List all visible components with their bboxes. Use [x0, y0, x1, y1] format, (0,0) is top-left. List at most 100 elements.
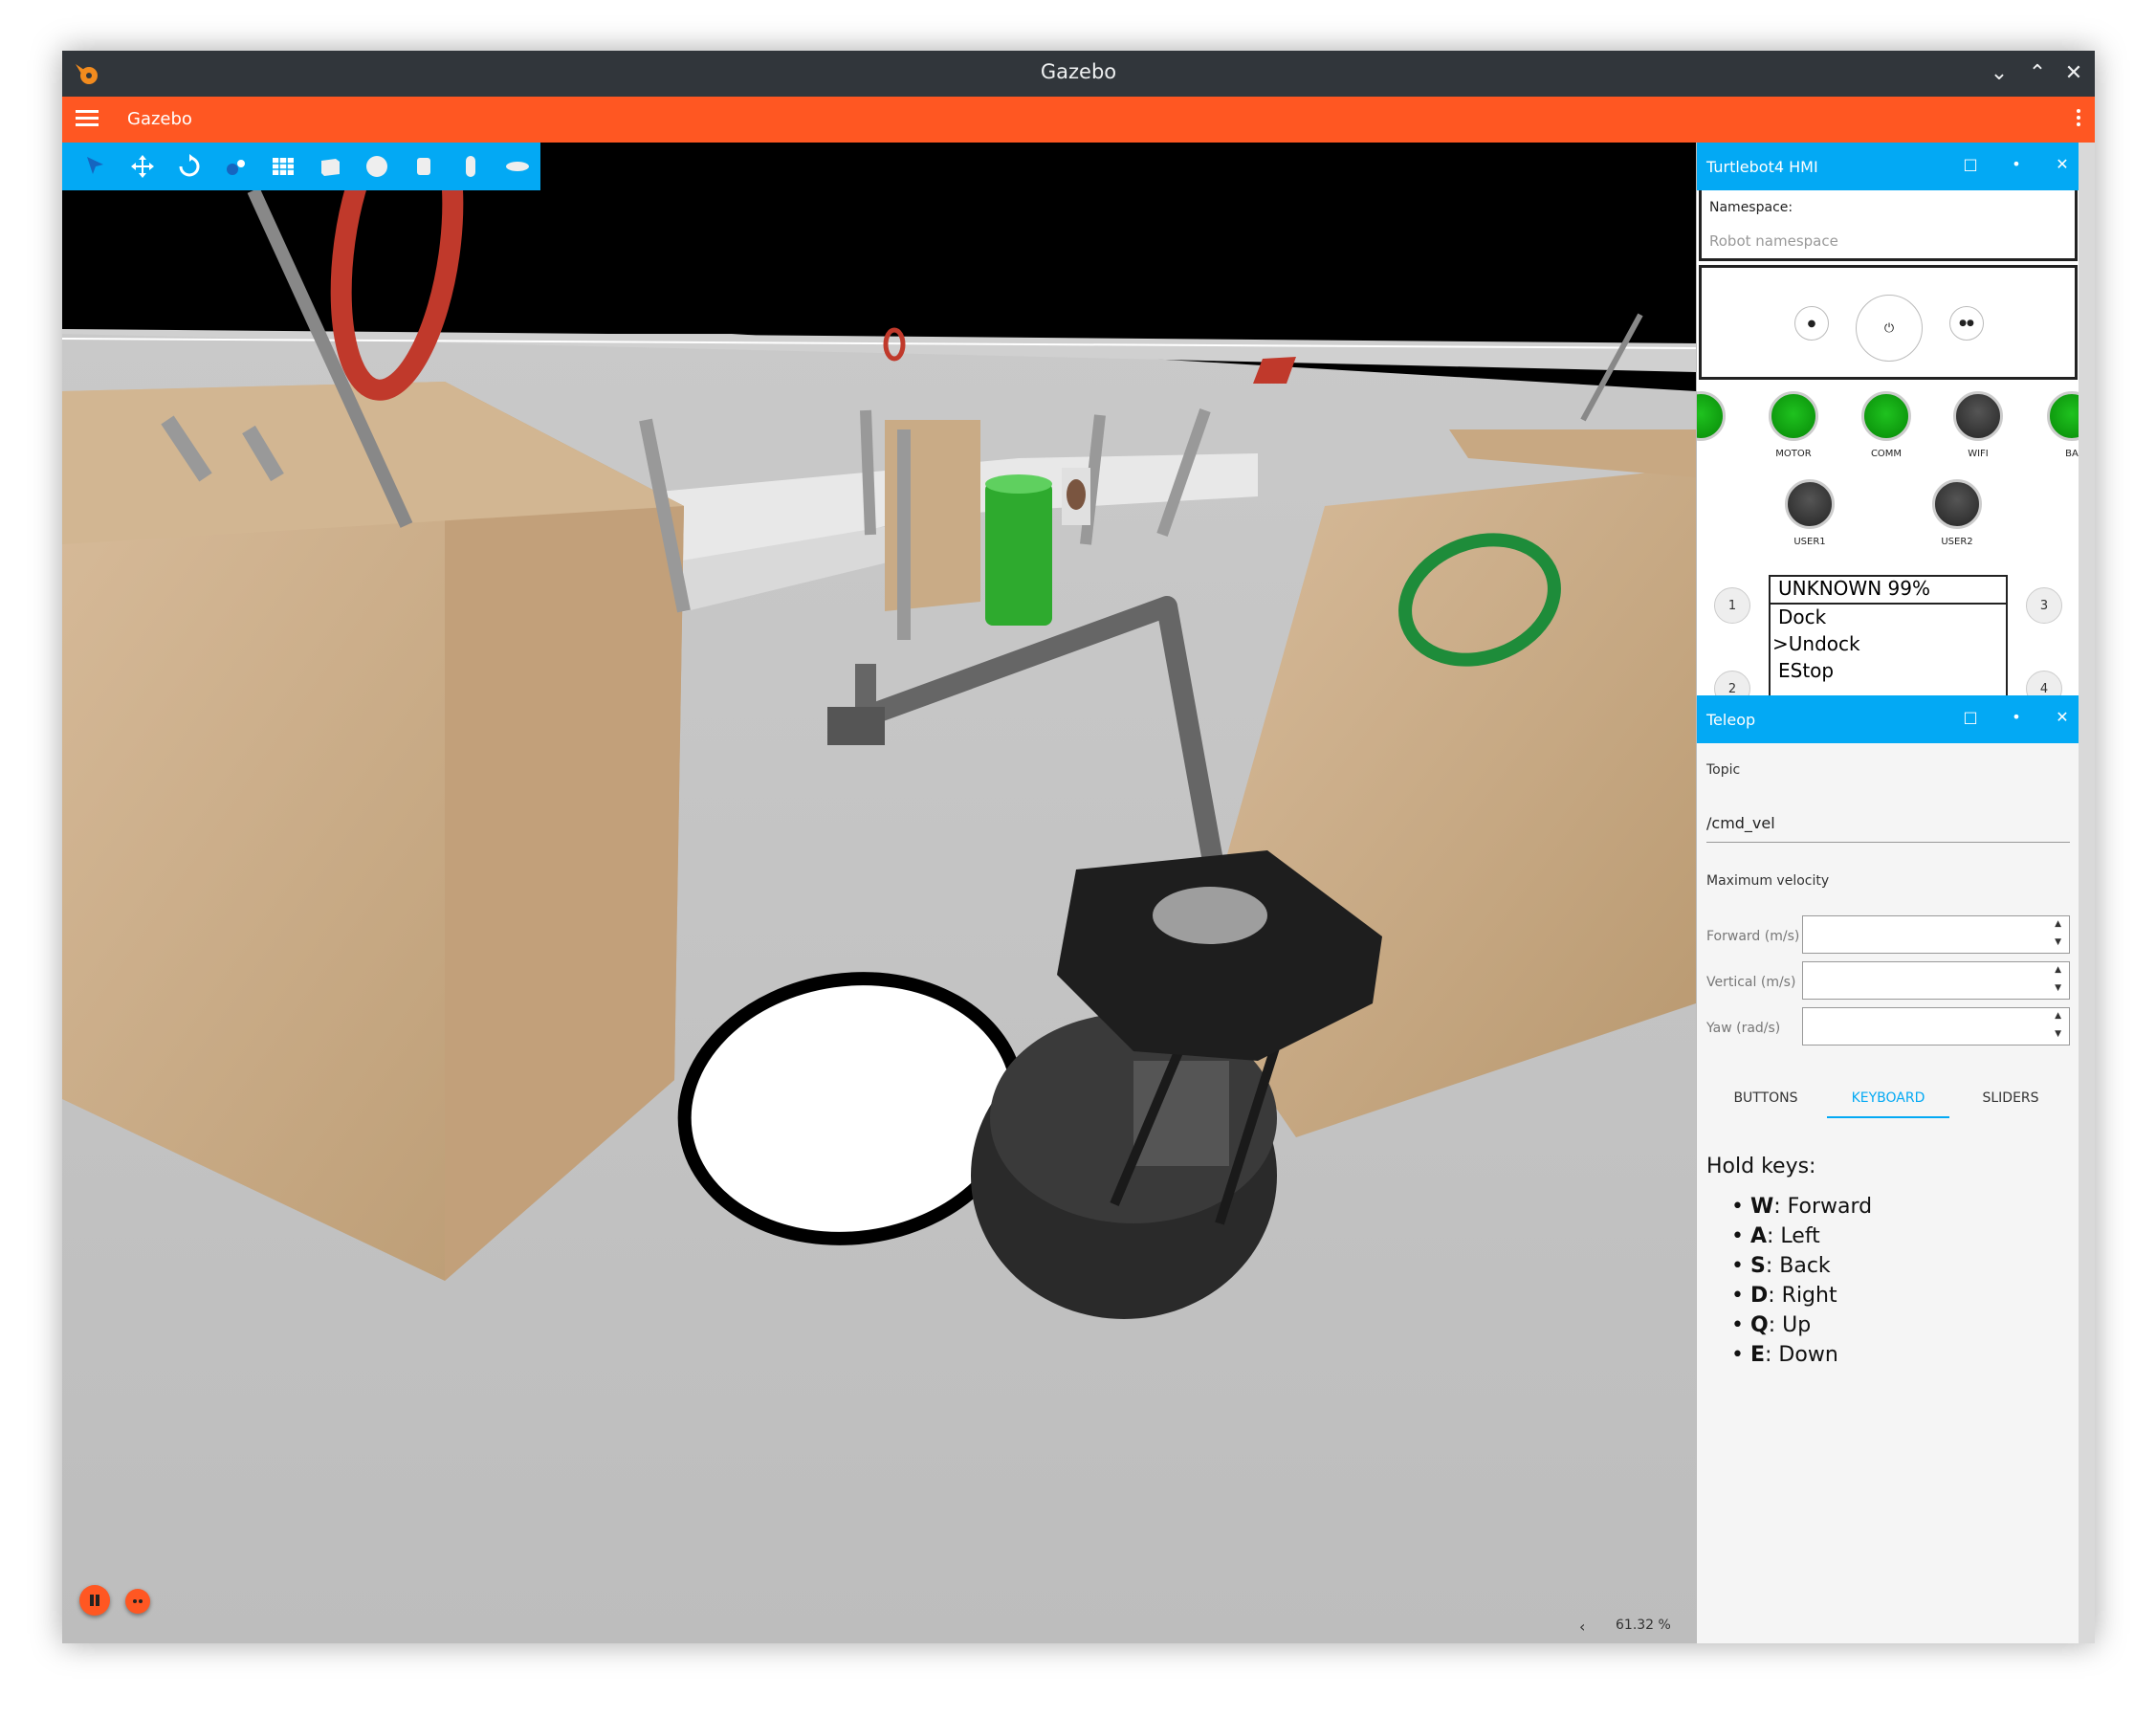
right-panel: Turtlebot4 HMI □ • ✕ Namespace: Robot na…: [1696, 143, 2079, 1643]
led-label-power: WR: [1697, 449, 1716, 459]
spin-up-icon[interactable]: ▲: [2055, 965, 2061, 975]
stats-collapse-icon[interactable]: ‹: [1579, 1618, 1585, 1636]
key-action: : Right: [1768, 1284, 1837, 1308]
gazebo-window: Gazebo ⌄ ⌃ ✕ Gazebo ‹ 61.32 % Turtlebot4…: [62, 51, 2095, 1643]
grid-icon[interactable]: [259, 143, 306, 190]
yaw-velocity-input[interactable]: ▲ ▼: [1802, 1007, 2070, 1046]
tab-buttons[interactable]: BUTTONS: [1705, 1078, 1827, 1118]
key-action: : Forward: [1773, 1195, 1873, 1219]
led-label-battery: BA: [2065, 449, 2079, 459]
list-item: • S: Back: [1731, 1254, 1831, 1278]
hmi-button-1[interactable]: 1: [1714, 587, 1750, 624]
window-title: Gazebo: [1040, 60, 1117, 83]
more-options-icon[interactable]: [2074, 106, 2083, 133]
spin-up-icon[interactable]: ▲: [2055, 919, 2061, 929]
ellipsoid-icon[interactable]: [494, 143, 540, 190]
teleop-panel-body: Topic /cmd_vel Maximum velocity Forward …: [1697, 743, 2079, 1643]
step-button[interactable]: [125, 1589, 150, 1614]
key-name: E: [1749, 1343, 1766, 1367]
tab-keyboard[interactable]: KEYBOARD: [1827, 1078, 1949, 1118]
panel-close-icon[interactable]: ✕: [2051, 155, 2074, 173]
hmi-panel-header: Turtlebot4 HMI □ • ✕: [1697, 143, 2079, 190]
led-label-user1: USER1: [1793, 537, 1826, 547]
key-name: W: [1749, 1195, 1774, 1219]
led-label-user2: USER2: [1941, 537, 1973, 547]
panel-maximize-icon[interactable]: □: [1959, 708, 1982, 726]
hmi-panel-body: Namespace: Robot namespace ● ⏻ ●● WR MOT…: [1697, 190, 2079, 695]
hmi-display: UNKNOWN 99% Dock >Undock EStop: [1769, 575, 2008, 695]
vertical-velocity-input[interactable]: ▲ ▼: [1802, 961, 2070, 1000]
select-icon[interactable]: [72, 143, 119, 190]
list-item: • Q: Up: [1731, 1313, 1812, 1337]
namespace-label: Namespace:: [1709, 200, 1793, 215]
led-motor: [1769, 391, 1818, 441]
panel-settings-icon[interactable]: •: [2005, 708, 2028, 726]
transform-control-icon[interactable]: [212, 143, 259, 190]
key-action: : Up: [1768, 1313, 1812, 1337]
3d-scene-viewport[interactable]: ‹ 61.32 %: [62, 143, 1696, 1643]
minimize-icon[interactable]: ⌄: [1986, 60, 2013, 87]
step-icon: [133, 1599, 143, 1603]
list-item: • W: Forward: [1731, 1195, 1873, 1219]
real-time-factor: 61.32 %: [1616, 1618, 1671, 1633]
app-title: Gazebo: [127, 109, 192, 129]
key-name: S: [1749, 1254, 1766, 1278]
forward-label: Forward (m/s): [1706, 929, 1800, 944]
spin-down-icon[interactable]: ▼: [2055, 1029, 2061, 1039]
capsule-icon[interactable]: [447, 143, 494, 190]
led-label-wifi: WIFI: [1968, 449, 1989, 459]
sphere-icon[interactable]: [353, 143, 400, 190]
hmi-button-box: ● ⏻ ●●: [1699, 265, 2078, 380]
close-window-icon[interactable]: ✕: [2060, 60, 2087, 87]
topic-input[interactable]: /cmd_vel: [1706, 814, 2070, 843]
hmi-single-dot-button[interactable]: ●: [1794, 306, 1829, 341]
led-user2: [1932, 479, 1982, 529]
pause-icon: [90, 1595, 99, 1606]
led-label-motor: MOTOR: [1775, 449, 1812, 459]
spin-up-icon[interactable]: ▲: [2055, 1011, 2061, 1021]
namespace-box: Namespace: Robot namespace: [1699, 190, 2078, 261]
power-button[interactable]: ⏻: [1856, 295, 1923, 362]
panel-close-icon[interactable]: ✕: [2051, 708, 2074, 726]
display-menu-item: >Undock: [1772, 632, 1860, 655]
hmi-panel-title: Turtlebot4 HMI: [1706, 158, 1818, 176]
scene-toolbar: [62, 143, 540, 190]
led-battery: [2047, 391, 2079, 441]
power-icon: ⏻: [1883, 320, 1895, 336]
hmi-button-3[interactable]: 3: [2026, 587, 2062, 624]
panel-settings-icon[interactable]: •: [2005, 155, 2028, 173]
spin-down-icon[interactable]: ▼: [2055, 983, 2061, 993]
spin-down-icon[interactable]: ▼: [2055, 937, 2061, 947]
cylinder-icon[interactable]: [400, 143, 447, 190]
pause-button[interactable]: [79, 1585, 110, 1616]
vertical-label: Vertical (m/s): [1706, 975, 1796, 990]
key-name: A: [1749, 1224, 1768, 1248]
teleop-panel-title: Teleop: [1706, 711, 1756, 729]
maximize-icon[interactable]: ⌃: [2024, 60, 2051, 87]
tab-sliders[interactable]: SLIDERS: [1949, 1078, 2072, 1118]
translate-icon[interactable]: [119, 143, 165, 190]
led-label-comm: COMM: [1870, 449, 1903, 459]
box-icon[interactable]: [306, 143, 353, 190]
panel-maximize-icon[interactable]: □: [1959, 155, 1982, 173]
led-comm: [1861, 391, 1911, 441]
led-user1: [1785, 479, 1835, 529]
app-bar: Gazebo: [62, 97, 2095, 143]
window-titlebar[interactable]: Gazebo ⌄ ⌃ ✕: [62, 51, 2095, 97]
hmi-double-dot-button[interactable]: ●●: [1949, 306, 1984, 341]
teleop-panel-header: Teleop □ • ✕: [1697, 695, 2079, 743]
namespace-input[interactable]: Robot namespace: [1709, 232, 1838, 250]
rotate-icon[interactable]: [165, 143, 212, 190]
hamburger-menu-icon[interactable]: [74, 106, 100, 133]
yaw-label: Yaw (rad/s): [1706, 1021, 1781, 1036]
display-status: UNKNOWN 99%: [1778, 577, 1930, 600]
key-action: : Down: [1765, 1343, 1838, 1367]
key-action: : Back: [1765, 1254, 1831, 1278]
topic-label: Topic: [1706, 762, 1741, 778]
key-name: D: [1749, 1284, 1769, 1308]
list-item: • D: Right: [1731, 1284, 1837, 1308]
list-item: • E: Down: [1731, 1343, 1838, 1367]
key-action: : Left: [1767, 1224, 1820, 1248]
forward-velocity-input[interactable]: ▲ ▼: [1802, 915, 2070, 954]
right-panel-scrollbar[interactable]: [2079, 143, 2095, 1643]
